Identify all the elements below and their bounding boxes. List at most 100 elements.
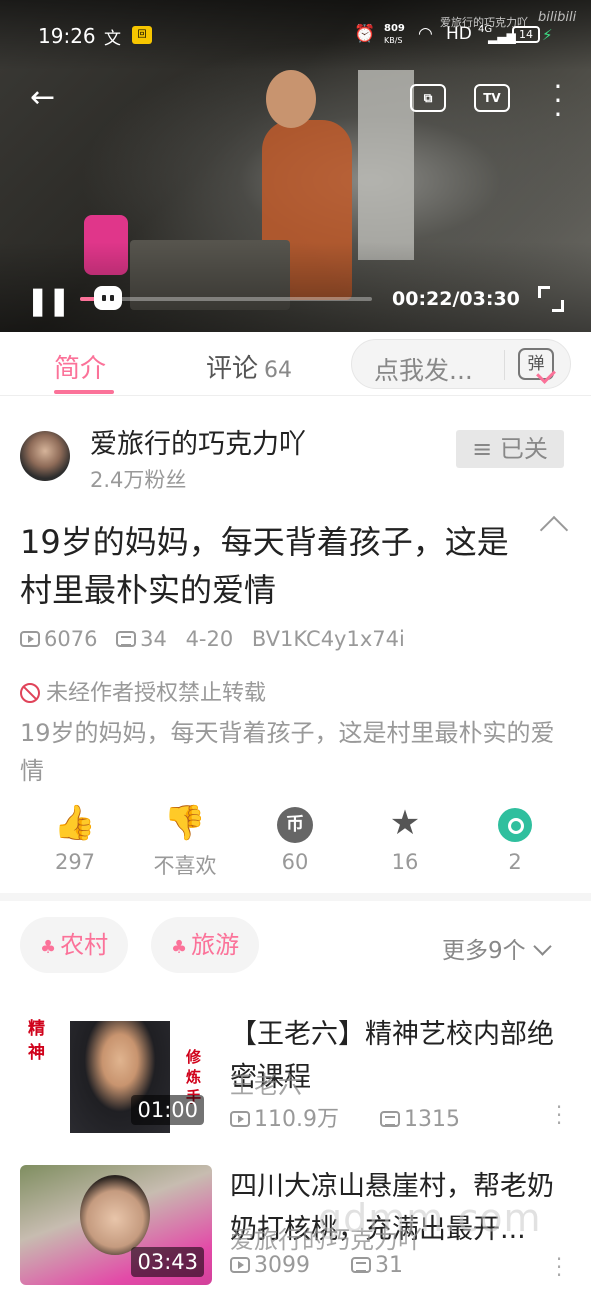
thumbnail-caption-left: 精神 <box>28 1019 45 1063</box>
recommended-stats: 110.9万 1315 <box>230 1101 494 1133</box>
uploader-avatar[interactable] <box>20 431 70 481</box>
no-reprint-text: 未经作者授权禁止转载 <box>46 681 267 706</box>
tab-comments-label: 评论 <box>206 354 259 384</box>
more-tags-label: 更多9个 <box>442 938 526 964</box>
video-thumbnail[interactable]: 精神 修炼手 01:00 <box>20 1013 212 1133</box>
favorite-count: 16 <box>391 850 419 874</box>
duration-badge: 01:00 <box>131 1095 204 1125</box>
view-count: 6076 <box>44 627 98 651</box>
more-options-icon[interactable]: · · · <box>555 1249 563 1285</box>
tab-active-indicator <box>54 390 114 394</box>
tag-chip[interactable]: ♣ 旅游 <box>151 917 260 973</box>
recommended-video[interactable]: 03:43 四川大凉山悬崖村，帮老奶奶打核桃，充满出最开... 爱旅行的巧克力吖… <box>0 1165 591 1315</box>
fullscreen-icon[interactable] <box>538 286 564 312</box>
dislike-label: 不喜欢 <box>153 854 217 878</box>
coin-icon: 币 <box>277 806 313 843</box>
progress-bar[interactable] <box>80 297 372 301</box>
time-display: 00:22/03:30 <box>392 288 520 310</box>
play-count-icon <box>20 631 40 647</box>
recommended-danmaku: 31 <box>375 1253 403 1278</box>
tag-label: 农村 <box>60 931 109 959</box>
translate-icon: 文 <box>104 29 121 49</box>
bv-id: BV1KC4y1x74i <box>251 627 405 651</box>
action-bar: 👍 297 👎 不喜欢 币 60 ★ 16 2 <box>0 800 591 890</box>
more-tags-button[interactable]: 更多9个 <box>442 931 552 965</box>
no-reprint-notice: 未经作者授权禁止转载 <box>20 675 266 707</box>
video-watermark: 爱旅行的巧克力吖 <box>440 16 528 29</box>
site-watermark: gdmm.com <box>318 1196 542 1240</box>
share-button[interactable]: 2 <box>460 800 570 874</box>
danmaku-separator <box>504 350 505 380</box>
thumbnail-face <box>80 1175 150 1255</box>
player-bottom-shade <box>0 242 591 332</box>
tab-intro[interactable]: 简介 <box>54 348 106 385</box>
coin-button[interactable]: 币 60 <box>240 800 350 874</box>
cast-screen-icon[interactable]: ⧉ <box>410 84 446 112</box>
network-speed: 809 <box>384 23 405 34</box>
video-player[interactable]: 19:26 文 回 ⏰ 809 KB/S ◠ HD 4G ▂▄▆ 14 ⚡ 爱旅… <box>0 0 591 332</box>
app-notification-icon: 回 <box>132 26 152 44</box>
progress-knob-icon[interactable] <box>94 286 122 310</box>
bilibili-logo: bilibili <box>538 10 577 25</box>
video-title: 19岁的妈妈，每天背着孩子，这是村里最朴实的爱情 <box>20 523 509 609</box>
tab-comments[interactable]: 评论 64 <box>206 348 292 385</box>
favorite-button[interactable]: ★ 16 <box>350 800 460 874</box>
thumbs-up-icon: 👍 <box>53 803 97 843</box>
share-icon <box>498 807 532 842</box>
prohibited-icon <box>20 683 40 703</box>
share-count: 2 <box>508 850 522 874</box>
tab-intro-label: 简介 <box>54 354 107 384</box>
coin-icon-wrap: 币 <box>240 800 350 846</box>
recommended-views: 3099 <box>254 1253 310 1278</box>
tv-cast-icon[interactable]: TV <box>474 84 510 112</box>
tag-icon: ♣ <box>171 937 188 958</box>
video-description: 19岁的妈妈，每天背着孩子，这是村里最朴实的爱情 <box>20 719 555 785</box>
collapse-chevron-icon[interactable] <box>539 515 569 545</box>
comments-count: 64 <box>264 358 293 383</box>
tag-chip[interactable]: ♣ 农村 <box>20 917 129 973</box>
recommended-uploader: 王老六 <box>230 1071 302 1099</box>
recommended-views: 110.9万 <box>254 1107 339 1132</box>
uploader-name[interactable]: 爱旅行的巧克力吖 <box>90 422 306 461</box>
danmaku-input[interactable]: 点我发... 弹 <box>351 339 571 389</box>
tag-label: 旅游 <box>191 931 240 959</box>
tag-icon: ♣ <box>40 937 57 958</box>
dislike-button[interactable]: 👎 不喜欢 <box>130 800 240 880</box>
recommended-danmaku: 1315 <box>403 1107 460 1132</box>
play-count-icon <box>230 1257 250 1273</box>
follow-button[interactable]: ≡ 已关 <box>456 430 564 468</box>
back-arrow-icon[interactable]: ← <box>30 80 55 115</box>
video-meta: 6076 34 4-20 BV1KC4y1x74i <box>20 627 417 651</box>
uploader-fans: 2.4万粉丝 <box>90 468 187 492</box>
recommended-stats: 3099 31 <box>230 1253 437 1278</box>
danmaku-count: 34 <box>140 627 167 651</box>
thumbs-down-icon: 👎 <box>163 803 207 843</box>
tag-list: ♣ 农村 ♣ 旅游 更多9个 <box>0 915 591 975</box>
danmaku-count-icon <box>116 631 137 647</box>
share-icon-wrap <box>460 800 570 846</box>
video-frame-face <box>266 70 316 128</box>
wifi-icon: ◠ <box>418 24 433 44</box>
like-count: 297 <box>54 850 96 874</box>
like-button[interactable]: 👍 297 <box>20 800 130 874</box>
network-speed-unit: KB/S <box>384 36 403 45</box>
coin-count: 60 <box>281 850 309 874</box>
video-frame-door <box>358 70 414 260</box>
duration-badge: 03:43 <box>131 1247 204 1277</box>
danmaku-placeholder: 点我发... <box>374 356 473 385</box>
danmaku-count-icon <box>379 1111 400 1127</box>
more-options-icon[interactable]: · · · <box>548 73 568 129</box>
star-icon: ★ <box>389 803 421 843</box>
alarm-icon: ⏰ <box>354 24 376 44</box>
danmaku-count-icon <box>351 1257 371 1273</box>
chevron-down-icon <box>532 937 552 956</box>
video-thumbnail[interactable]: 03:43 <box>20 1165 212 1285</box>
play-count-icon <box>230 1111 250 1127</box>
section-divider <box>0 893 591 901</box>
more-options-icon[interactable]: · · · <box>555 1097 563 1133</box>
recommended-video[interactable]: 精神 修炼手 01:00 【王老六】精神艺校内部绝密课程 王老六 110.9万 … <box>0 1013 591 1163</box>
status-time: 19:26 <box>38 24 96 48</box>
charging-icon: ⚡ <box>542 26 553 44</box>
pause-button[interactable]: ❚❚ <box>26 284 71 317</box>
publish-date: 4-20 <box>185 627 234 651</box>
